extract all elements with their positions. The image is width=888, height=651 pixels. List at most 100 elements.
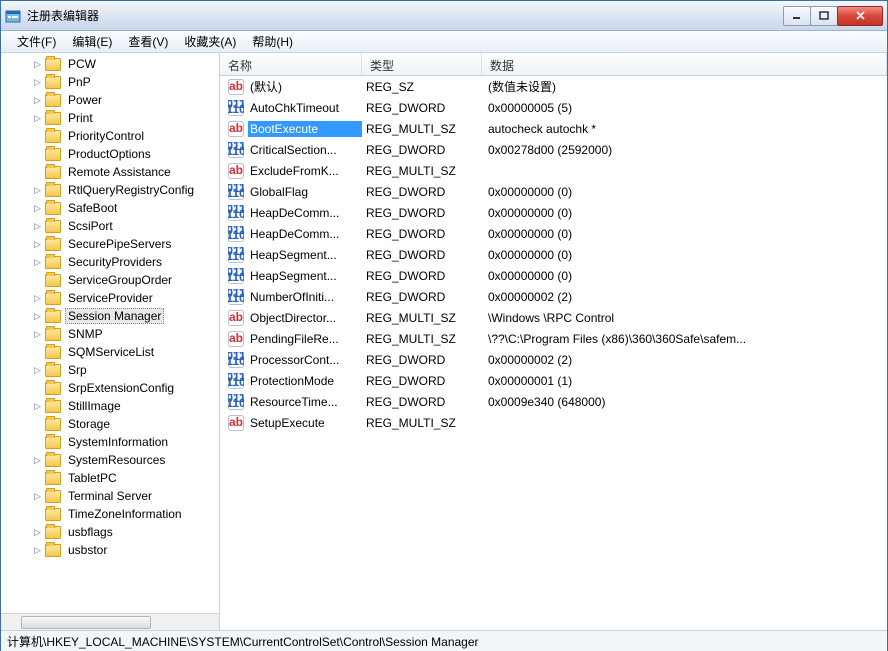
tree-item[interactable]: ▷Session Manager (5, 307, 219, 325)
scrollbar-thumb[interactable] (21, 616, 151, 629)
list-row[interactable]: ProcessorCont...REG_DWORD0x00000002 (2) (220, 349, 887, 370)
list-row[interactable]: PendingFileRe...REG_MULTI_SZ\??\C:\Progr… (220, 328, 887, 349)
value-data: \??\C:\Program Files (x86)\360\360Safe\s… (482, 332, 887, 346)
expand-icon[interactable]: ▷ (33, 402, 42, 411)
expand-icon[interactable]: ▷ (33, 96, 42, 105)
expand-icon[interactable]: ▷ (33, 114, 42, 123)
list-row[interactable]: HeapDeComm...REG_DWORD0x00000000 (0) (220, 202, 887, 223)
minimize-button[interactable] (783, 6, 811, 26)
tree-item-label: SNMP (65, 326, 106, 342)
expand-icon[interactable]: ▷ (33, 186, 42, 195)
list-row[interactable]: NumberOfIniti...REG_DWORD0x00000002 (2) (220, 286, 887, 307)
tree-item-label: TabletPC (65, 470, 120, 486)
tree-item[interactable]: ▷ usbstor (5, 541, 219, 559)
tree-item[interactable]: Storage (5, 415, 219, 433)
tree-item[interactable]: ▷RtlQueryRegistryConfig (5, 181, 219, 199)
tree-item[interactable]: ▷ServiceProvider (5, 289, 219, 307)
close-button[interactable] (837, 6, 883, 26)
tree-item[interactable]: ▷ Terminal Server (5, 487, 219, 505)
list-row[interactable]: BootExecuteREG_MULTI_SZautocheck autochk… (220, 118, 887, 139)
tree-item[interactable]: ProductOptions (5, 145, 219, 163)
list-row[interactable]: ObjectDirector...REG_MULTI_SZ\Windows \R… (220, 307, 887, 328)
tree-item[interactable]: SQMServiceList (5, 343, 219, 361)
value-type: REG_DWORD (362, 185, 482, 199)
expand-icon[interactable]: ▷ (33, 492, 42, 501)
tree-item[interactable]: PriorityControl (5, 127, 219, 145)
titlebar[interactable]: 注册表编辑器 (1, 1, 887, 31)
tree-item[interactable]: TimeZoneInformation (5, 505, 219, 523)
menu-view[interactable]: 查看(V) (120, 31, 176, 52)
column-header-name[interactable]: 名称 (220, 53, 362, 75)
folder-icon (45, 94, 61, 107)
menu-file[interactable]: 文件(F) (9, 31, 64, 52)
list-row[interactable]: AutoChkTimeoutREG_DWORD0x00000005 (5) (220, 97, 887, 118)
expand-icon[interactable]: ▷ (33, 240, 42, 249)
expand-icon[interactable]: ▷ (33, 366, 42, 375)
list-row[interactable]: GlobalFlagREG_DWORD0x00000000 (0) (220, 181, 887, 202)
tree-item-label: SrpExtensionConfig (65, 380, 177, 396)
tree-item[interactable]: ▷Print (5, 109, 219, 127)
no-expand-icon (33, 276, 42, 285)
list-header: 名称 类型 数据 (220, 53, 887, 76)
value-name: HeapSegment... (248, 247, 362, 263)
tree-item[interactable]: ▷PnP (5, 73, 219, 91)
tree-item[interactable]: ▷ ScsiPort (5, 217, 219, 235)
value-type: REG_DWORD (362, 227, 482, 241)
list-row[interactable]: SetupExecuteREG_MULTI_SZ (220, 412, 887, 433)
column-header-data[interactable]: 数据 (482, 53, 887, 75)
maximize-button[interactable] (810, 6, 838, 26)
tree-item[interactable]: ▷ StillImage (5, 397, 219, 415)
column-header-type[interactable]: 类型 (362, 53, 482, 75)
value-name: ObjectDirector... (248, 310, 362, 326)
tree-item[interactable]: SrpExtensionConfig (5, 379, 219, 397)
expand-icon[interactable]: ▷ (33, 294, 42, 303)
expand-icon[interactable]: ▷ (33, 546, 42, 555)
reg-binary-icon (228, 373, 244, 389)
expand-icon[interactable]: ▷ (33, 60, 42, 69)
tree-item[interactable]: ▷SafeBoot (5, 199, 219, 217)
value-data: 0x00000000 (0) (482, 269, 887, 283)
list-row[interactable]: ResourceTime...REG_DWORD0x0009e340 (6480… (220, 391, 887, 412)
expand-icon[interactable]: ▷ (33, 456, 42, 465)
value-name: (默认) (248, 77, 362, 96)
tree-item-label: Terminal Server (65, 488, 155, 504)
expand-icon[interactable]: ▷ (33, 78, 42, 87)
menu-edit[interactable]: 编辑(E) (64, 31, 120, 52)
tree-item[interactable]: ServiceGroupOrder (5, 271, 219, 289)
tree-item[interactable]: ▷usbflags (5, 523, 219, 541)
tree-pane[interactable]: ▷PCW▷PnP▷Power▷PrintPriorityControlProdu… (1, 53, 220, 630)
menu-favorites[interactable]: 收藏夹(A) (176, 31, 244, 52)
reg-binary-icon (228, 289, 244, 305)
tree-item[interactable]: TabletPC (5, 469, 219, 487)
expand-icon[interactable]: ▷ (33, 330, 42, 339)
list-row[interactable]: (默认)REG_SZ(数值未设置) (220, 76, 887, 97)
list-row[interactable]: HeapDeComm...REG_DWORD0x00000000 (0) (220, 223, 887, 244)
tree-item[interactable]: ▷ SNMP (5, 325, 219, 343)
list-row[interactable]: ExcludeFromK...REG_MULTI_SZ (220, 160, 887, 181)
tree-item[interactable]: ▷PCW (5, 55, 219, 73)
tree-item-label: StillImage (65, 398, 124, 414)
expand-icon[interactable]: ▷ (33, 258, 42, 267)
list-row[interactable]: HeapSegment...REG_DWORD0x00000000 (0) (220, 265, 887, 286)
tree-item[interactable]: ▷SystemResources (5, 451, 219, 469)
tree-item[interactable]: ▷Srp (5, 361, 219, 379)
menu-help[interactable]: 帮助(H) (244, 31, 301, 52)
tree-item[interactable]: ▷SecurityProviders (5, 253, 219, 271)
tree-item[interactable]: SystemInformation (5, 433, 219, 451)
tree-item[interactable]: Remote Assistance (5, 163, 219, 181)
tree-item[interactable]: ▷SecurePipeServers (5, 235, 219, 253)
expand-icon[interactable]: ▷ (33, 528, 42, 537)
tree-item-label: usbstor (65, 542, 110, 558)
list-pane[interactable]: 名称 类型 数据 (默认)REG_SZ(数值未设置)AutoChkTimeout… (220, 53, 887, 630)
tree-item-label: ScsiPort (65, 218, 116, 234)
reg-string-icon (228, 415, 244, 431)
list-row[interactable]: CriticalSection...REG_DWORD0x00278d00 (2… (220, 139, 887, 160)
reg-string-icon (228, 331, 244, 347)
tree-horizontal-scrollbar[interactable] (1, 613, 219, 630)
expand-icon[interactable]: ▷ (33, 204, 42, 213)
expand-icon[interactable]: ▷ (33, 312, 42, 321)
expand-icon[interactable]: ▷ (33, 222, 42, 231)
list-row[interactable]: ProtectionModeREG_DWORD0x00000001 (1) (220, 370, 887, 391)
tree-item[interactable]: ▷Power (5, 91, 219, 109)
list-row[interactable]: HeapSegment...REG_DWORD0x00000000 (0) (220, 244, 887, 265)
